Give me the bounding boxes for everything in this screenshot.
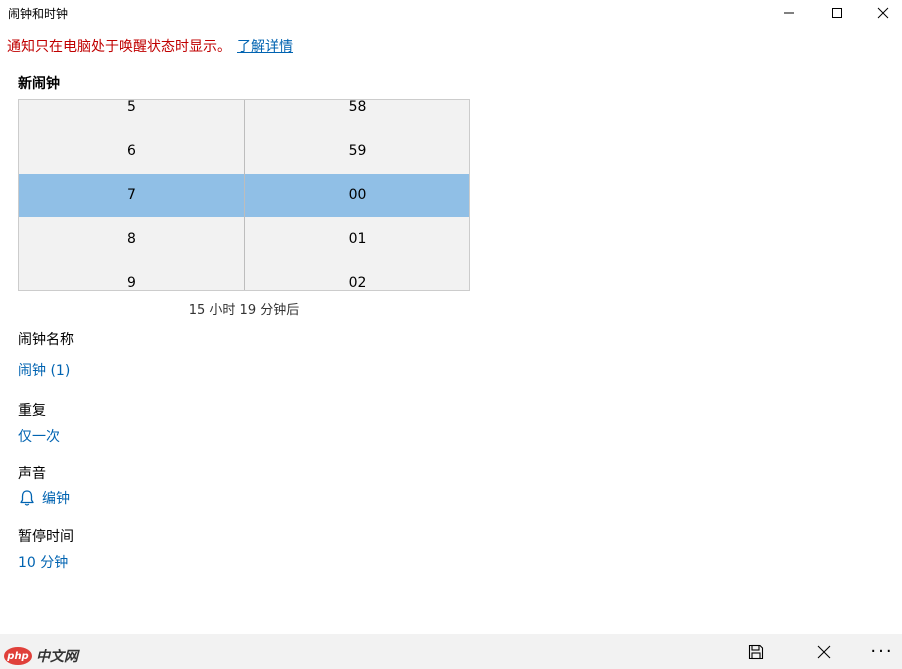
minute-option-selected[interactable]: 00 xyxy=(245,184,469,206)
repeat-label: 重复 xyxy=(18,403,46,419)
php-logo: php xyxy=(4,647,32,665)
minute-column[interactable]: 58 59 00 01 02 xyxy=(245,100,469,290)
snooze-selector[interactable]: 10 分钟 xyxy=(18,552,68,572)
watermark-text: 中文网 xyxy=(36,649,78,665)
sound-value: 编钟 xyxy=(42,491,70,507)
minute-option[interactable]: 58 xyxy=(245,100,469,118)
maximize-button[interactable] xyxy=(814,0,860,26)
time-picker: 5 6 7 8 9 58 59 00 01 02 xyxy=(18,99,470,291)
minute-option[interactable]: 02 xyxy=(245,272,469,290)
sound-selector[interactable]: 编钟 xyxy=(18,488,70,508)
close-icon xyxy=(817,645,831,658)
learn-more-link[interactable]: 了解详情 xyxy=(237,39,293,55)
snooze-label: 暂停时间 xyxy=(18,529,74,545)
watermark: php 中文网 xyxy=(4,646,78,666)
hour-option[interactable]: 8 xyxy=(19,228,244,250)
new-alarm-heading: 新闹钟 xyxy=(18,76,60,92)
close-window-button[interactable] xyxy=(860,0,902,26)
minute-option[interactable]: 59 xyxy=(245,140,469,162)
save-icon xyxy=(748,644,764,659)
hour-option-selected[interactable]: 7 xyxy=(19,184,244,206)
cancel-button[interactable] xyxy=(802,634,846,669)
maximize-icon xyxy=(832,8,842,18)
time-until-alarm: 15 小时 19 分钟后 xyxy=(188,303,300,318)
minute-option[interactable]: 01 xyxy=(245,228,469,250)
sound-label: 声音 xyxy=(18,466,46,482)
more-options-button[interactable]: ··· xyxy=(860,634,902,669)
alarm-name-field[interactable]: 闹钟 (1) xyxy=(18,360,70,380)
notification-notice: 通知只在电脑处于唤醒状态时显示。 了解详情 xyxy=(7,36,293,56)
minimize-button[interactable] xyxy=(766,0,812,26)
hour-option[interactable]: 5 xyxy=(19,100,244,118)
hour-option[interactable]: 9 xyxy=(19,272,244,290)
hour-column[interactable]: 5 6 7 8 9 xyxy=(19,100,244,290)
repeat-selector[interactable]: 仅一次 xyxy=(18,426,60,446)
title-bar: 闹钟和时钟 xyxy=(0,0,902,28)
notice-text: 通知只在电脑处于唤醒状态时显示。 xyxy=(7,39,231,55)
app-title: 闹钟和时钟 xyxy=(8,7,69,21)
save-button[interactable] xyxy=(734,634,778,669)
alarm-name-label: 闹钟名称 xyxy=(18,332,74,348)
bell-icon xyxy=(20,490,34,506)
close-icon xyxy=(877,7,889,19)
hour-option[interactable]: 6 xyxy=(19,140,244,162)
minimize-icon xyxy=(784,12,794,14)
command-bar: ··· xyxy=(0,634,902,669)
